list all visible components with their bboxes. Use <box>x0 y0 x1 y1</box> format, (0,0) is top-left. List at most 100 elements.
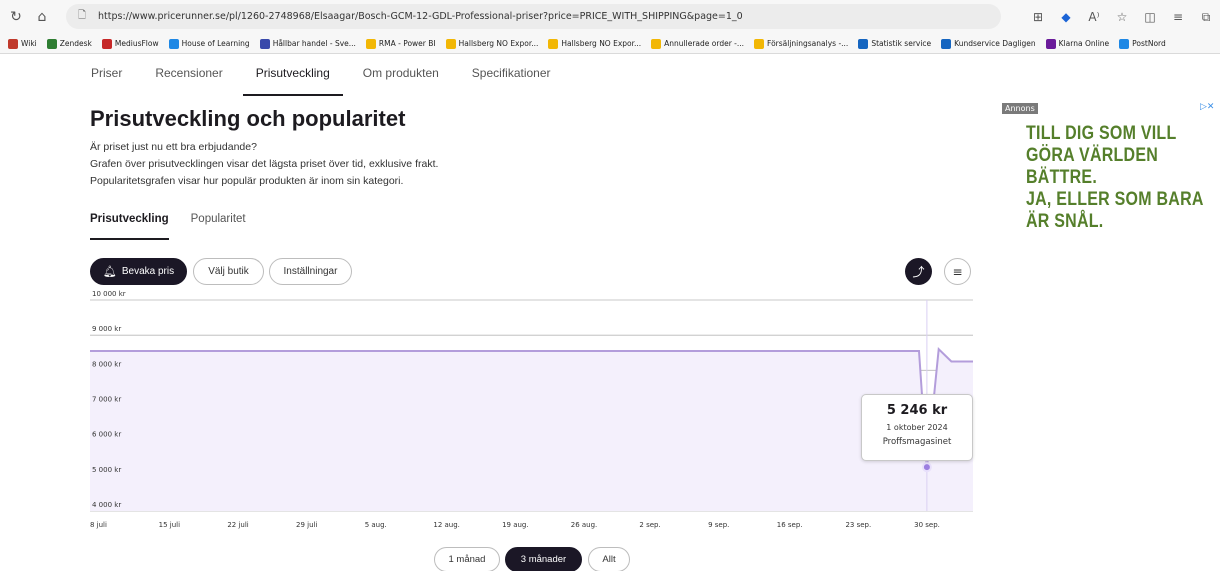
y-tick-label: 10 000 kr <box>92 290 126 298</box>
bookmark-label: Annullerade order -... <box>664 39 745 48</box>
tab-popularity[interactable]: Popularitet <box>191 204 246 240</box>
x-tick-label: 2 sep. <box>639 521 660 529</box>
house-icon <box>168 38 179 49</box>
favorite-star-icon[interactable]: ☆ <box>1108 6 1136 28</box>
y-tick-label: 7 000 kr <box>92 396 121 404</box>
ad-line: TILL DIG SOM VILL <box>1026 122 1177 144</box>
bookmark-item[interactable]: Hallsberg NO Expor... <box>548 38 642 49</box>
mediusflow-icon <box>101 38 112 49</box>
line-chart-view-button[interactable]: ⤴ <box>905 258 932 285</box>
bookmark-label: Statistik service <box>871 39 932 48</box>
page-info-icon[interactable]: 🗋 <box>78 8 92 25</box>
split-screen-icon[interactable]: ◫ <box>1136 6 1164 28</box>
x-tick-label: 30 sep. <box>914 521 940 529</box>
bookmark-label: Kundservice Dagligen <box>954 39 1036 48</box>
bookmark-label: Hallsberg NO Expor... <box>458 39 539 48</box>
x-tick-label: 23 sep. <box>845 521 871 529</box>
collections-icon[interactable]: ⧉ <box>1192 6 1220 28</box>
home-icon[interactable]: ⌂ <box>32 7 52 27</box>
bookmark-label: Försäljningsanalys -... <box>767 39 849 48</box>
tab-om-produkten[interactable]: Om produkten <box>350 55 452 96</box>
highlight-point[interactable] <box>921 462 932 473</box>
bookmark-item[interactable]: PostNord <box>1119 38 1166 49</box>
watch-price-label: Bevaka pris <box>121 266 175 277</box>
bell-icon: 🔔︎ <box>102 265 117 278</box>
bookmark-item[interactable]: MediusFlow <box>101 38 159 49</box>
browser-toolbar: ↻ ⌂ 🗋 https://www.pricerunner.se/pl/1260… <box>0 0 1220 34</box>
url-text[interactable]: https://www.pricerunner.se/pl/1260-27489… <box>98 11 743 22</box>
range-all-button[interactable]: Allt <box>588 547 630 571</box>
statistik-icon <box>858 38 869 49</box>
line-chart-icon: ⤴ <box>912 265 925 279</box>
reload-icon[interactable]: ↻ <box>6 7 26 27</box>
description-line-2: Grafen över prisutvecklingen visar det l… <box>90 158 439 170</box>
chart-tabs: Prisutveckling Popularitet <box>90 204 268 240</box>
powerbi-icon <box>548 38 559 49</box>
tab-specifikationer[interactable]: Specifikationer <box>459 55 564 96</box>
extension-icon[interactable]: ◆ <box>1052 6 1080 28</box>
bookmark-label: Klarna Online <box>1058 39 1110 48</box>
tooltip-price: 5 246 kr <box>886 403 948 418</box>
bookmark-label: Hållbar handel - Sve... <box>272 39 356 48</box>
bookmark-item[interactable]: Kundservice Dagligen <box>941 38 1036 49</box>
apps-grid-icon[interactable]: ⊞ <box>1024 6 1052 28</box>
browser-actions: ⊞ ◆ A⁾ ☆ ◫ ≡ ⧉ <box>1024 6 1220 28</box>
bookmark-label: RMA - Power BI <box>378 39 436 48</box>
bookmark-item[interactable]: Annullerade order -... <box>651 38 745 49</box>
bookmark-item[interactable]: Zendesk <box>46 38 92 49</box>
favorites-list-icon[interactable]: ≡ <box>1164 6 1192 28</box>
ad-banner[interactable]: TILL DIG SOM VILL GÖRA VÄRLDEN BÄTTRE. J… <box>1026 122 1203 232</box>
klarna-icon <box>1045 38 1056 49</box>
x-tick-label: 26 aug. <box>571 521 598 529</box>
bookmark-item[interactable]: Klarna Online <box>1045 38 1110 49</box>
bookmark-label: Hallsberg NO Expor... <box>561 39 642 48</box>
choose-store-button[interactable]: Välj butik <box>193 258 264 285</box>
postnord-icon <box>1119 38 1130 49</box>
tab-priser[interactable]: Priser <box>78 55 135 96</box>
bookmark-label: PostNord <box>1132 39 1166 48</box>
settings-button[interactable]: Inställningar <box>269 258 352 285</box>
description-line-1: Är priset just nu ett bra erbjudande? <box>90 141 257 153</box>
x-tick-label: 29 juli <box>296 521 317 529</box>
y-tick-label: 9 000 kr <box>92 325 121 333</box>
powerbi-icon <box>445 38 456 49</box>
bookmark-item[interactable]: Wiki <box>8 38 37 49</box>
tooltip-store: Proffsmagasinet <box>882 437 952 447</box>
bookmark-label: Zendesk <box>59 39 92 48</box>
statistik-icon <box>941 38 952 49</box>
ad-line: ÄR SNÅL. <box>1026 210 1104 232</box>
y-tick-label: 6 000 kr <box>92 431 121 439</box>
price-tooltip: 5 246 kr 1 oktober 2024 Proffsmagasinet <box>861 394 973 461</box>
bookmark-item[interactable]: House of Learning <box>168 38 250 49</box>
product-page-tabs: Priser Recensioner Prisutveckling Om pro… <box>78 55 571 96</box>
bookmark-item[interactable]: Försäljningsanalys -... <box>754 38 849 49</box>
bookmark-item[interactable]: Statistik service <box>858 38 932 49</box>
bookmark-label: House of Learning <box>181 39 250 48</box>
x-tick-label: 22 juli <box>227 521 248 529</box>
x-tick-label: 19 aug. <box>502 521 529 529</box>
x-tick-label: 12 aug. <box>433 521 460 529</box>
ad-choices-icon[interactable]: ▷✕ <box>1200 102 1214 112</box>
ad-line: BÄTTRE. <box>1026 166 1098 188</box>
range-3-months-button[interactable]: 3 månader <box>505 547 582 571</box>
page-title: Prisutveckling och popularitet <box>90 106 406 131</box>
tooltip-date: 1 oktober 2024 <box>886 423 948 432</box>
x-tick-label: 5 aug. <box>365 521 387 529</box>
bookmark-item[interactable]: Hållbar handel - Sve... <box>259 38 356 49</box>
address-bar[interactable]: 🗋 https://www.pricerunner.se/pl/1260-274… <box>66 4 1001 29</box>
tab-prisutveckling[interactable]: Prisutveckling <box>242 55 343 96</box>
price-history-chart[interactable]: 10 000 kr 9 000 kr 8 000 kr 7 000 kr 6 000 k… <box>0 290 990 530</box>
y-tick-label: 8 000 kr <box>92 360 121 368</box>
tab-recensioner[interactable]: Recensioner <box>142 55 235 96</box>
bookmarks-bar: Wiki Zendesk MediusFlow House of Learning Hå… <box>0 34 1220 54</box>
watch-price-button[interactable]: 🔔︎ Bevaka pris <box>90 258 187 285</box>
x-tick-label: 16 sep. <box>777 521 803 529</box>
tab-price-history[interactable]: Prisutveckling <box>90 204 169 240</box>
x-tick-label: 8 juli <box>90 521 107 529</box>
y-tick-label: 5 000 kr <box>92 466 121 474</box>
bookmark-item[interactable]: RMA - Power BI <box>365 38 436 49</box>
range-1-month-button[interactable]: 1 månad <box>434 547 500 571</box>
menu-button[interactable]: ≡ <box>944 258 971 285</box>
read-aloud-icon[interactable]: A⁾ <box>1080 6 1108 28</box>
bookmark-item[interactable]: Hallsberg NO Expor... <box>445 38 539 49</box>
